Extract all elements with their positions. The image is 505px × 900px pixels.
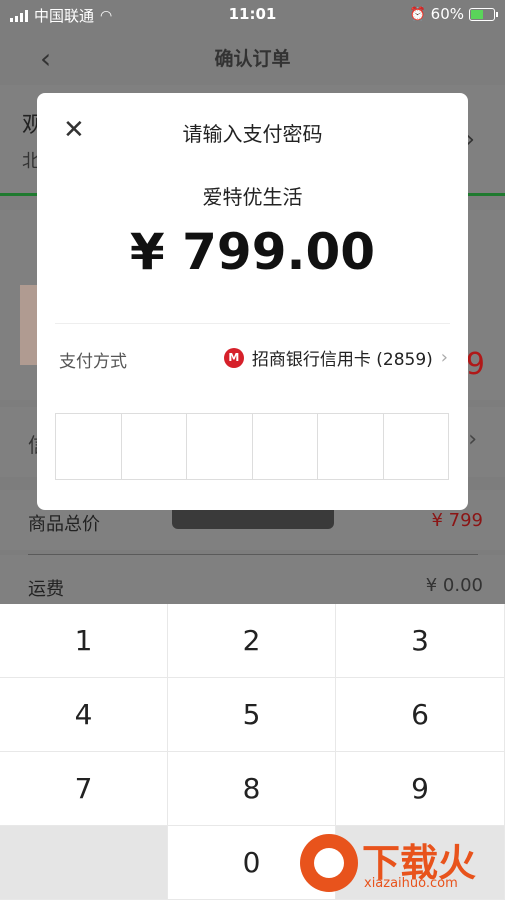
battery-icon [469, 7, 498, 21]
key-8[interactable]: 8 [168, 752, 336, 826]
password-digit-box [122, 414, 187, 479]
key-5[interactable]: 5 [168, 678, 336, 752]
chevron-right-icon: › [468, 427, 477, 452]
key-2[interactable]: 2 [168, 604, 336, 678]
password-input[interactable] [55, 413, 449, 480]
payment-amount: ¥ 799.00 [129, 223, 376, 281]
key-3[interactable]: 3 [336, 604, 505, 678]
alarm-icon: ⏰ [409, 6, 426, 22]
payment-method-selector[interactable]: M 招商银行信用卡 (2859) › [223, 345, 448, 370]
key-6[interactable]: 6 [336, 678, 505, 752]
password-digit-box [56, 414, 122, 479]
divider-line [55, 323, 450, 324]
watermark-url: xiazaihuo.com [364, 876, 458, 891]
key-1[interactable]: 1 [0, 604, 168, 678]
payment-method-value: 招商银行信用卡 (2859) [251, 350, 433, 370]
password-digit-box [318, 414, 384, 479]
nav-bar: ‹ 确认订单 [0, 30, 505, 85]
shipping-label: 运费 [28, 579, 64, 600]
goods-total-value: ¥ 799 [431, 510, 483, 531]
password-digit-box [384, 414, 449, 479]
watermark-logo: 下载火 xiazaihuo.com [300, 830, 505, 900]
status-bar: 中国联通 ◠ 11:01 ⏰ 60% [0, 0, 505, 30]
payment-method-label: 支付方式 [59, 352, 127, 372]
tooltip-shape [172, 507, 334, 529]
password-digit-box [253, 414, 318, 479]
shipping-value: ¥ 0.00 [425, 575, 483, 596]
shipping-row: 运费 ¥ 0.00 [0, 555, 505, 605]
flame-icon [300, 834, 358, 892]
bank-logo-icon: M [223, 347, 244, 368]
key-9[interactable]: 9 [336, 752, 505, 826]
key-4[interactable]: 4 [0, 678, 168, 752]
product-price: 9 [465, 347, 485, 382]
chevron-right-icon: › [440, 347, 448, 368]
goods-total-label: 商品总价 [28, 514, 100, 535]
battery-percent: 60% [430, 5, 464, 23]
page-title: 确认订单 [214, 48, 291, 70]
payment-password-dialog: ✕ 请输入支付密码 爱特优生活 ¥ 799.00 支付方式 M 招商银行信用卡 … [37, 93, 468, 510]
merchant-name: 爱特优生活 [202, 185, 303, 209]
dialog-title: 请输入支付密码 [182, 122, 323, 146]
password-digit-box [187, 414, 253, 479]
key-7[interactable]: 7 [0, 752, 168, 826]
key-blank [0, 826, 168, 900]
